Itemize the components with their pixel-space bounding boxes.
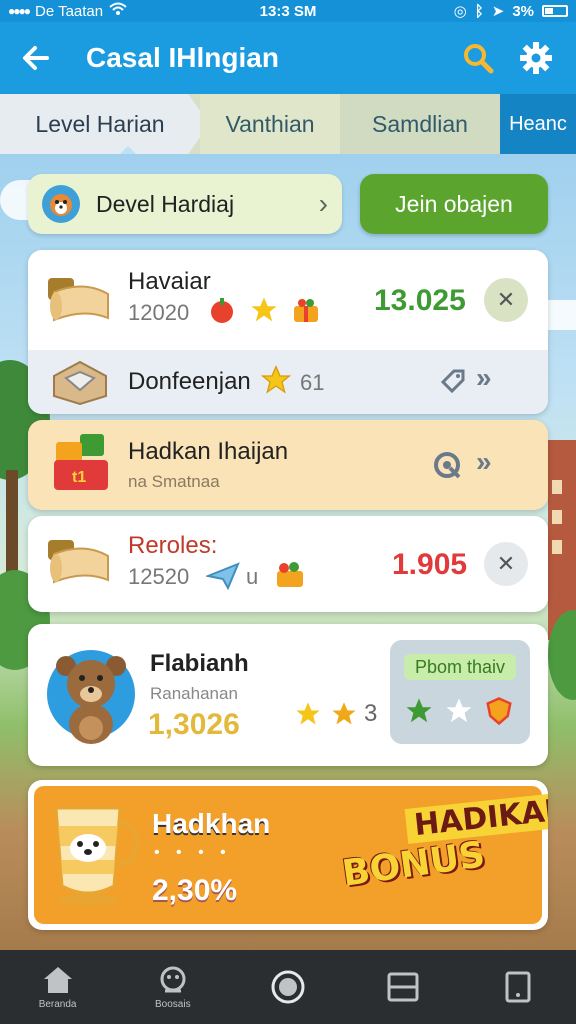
list-icon: [387, 972, 419, 1002]
promo-box[interactable]: Pbom thaiv: [390, 640, 530, 744]
card-sub: 12020: [128, 300, 190, 325]
search-icon: [464, 44, 494, 74]
blocks-icon: t1: [50, 432, 112, 499]
mug-icon: [44, 796, 140, 917]
back-button[interactable]: [0, 22, 72, 94]
double-chevron-right-icon[interactable]: »: [476, 446, 492, 478]
nav-tablet[interactable]: [461, 950, 576, 1024]
ranking-card-2[interactable]: t1 Hadkan Ihaijan na Smatnaa »: [28, 420, 548, 510]
settings-button[interactable]: [518, 40, 554, 76]
tag-icon: [440, 368, 466, 399]
card-value: 1,3026: [148, 708, 240, 741]
dismiss-button[interactable]: ✕: [484, 542, 528, 586]
bonus-banner: Hadkhan • • • • 2,30% HADIKAH BONUS: [34, 786, 548, 924]
search-button[interactable]: [460, 40, 496, 76]
box-icon: [50, 358, 110, 411]
tab-bar: Level Harian Vanthian Samdlian Heanc: [0, 94, 576, 154]
circle-icon: [271, 970, 305, 1004]
shield-icon: [484, 696, 514, 731]
dropdown-label: Devel Hardiaj: [96, 190, 235, 217]
nav-label: Beranda: [38, 998, 77, 1010]
tab-level-harian[interactable]: Level Harian: [0, 94, 200, 154]
nav-home[interactable]: Beranda: [0, 950, 115, 1024]
decorative-dots: • • • •: [154, 844, 232, 861]
card-name: Hadkhan: [152, 808, 271, 839]
star-icon: [248, 294, 280, 326]
nav-boosts[interactable]: Boosais: [115, 950, 230, 1024]
page-title: Casal IHlngian: [86, 42, 279, 73]
white-star-icon: [444, 696, 474, 731]
status-bar: ●●●● De Taatan 13:3 SM ◎ ᛒ ➤ 3%: [0, 0, 576, 22]
star-icon: [328, 698, 360, 730]
star-icon: [260, 364, 292, 401]
gear-icon: [520, 42, 552, 74]
promo-tag: Pbom thaiv: [404, 654, 516, 680]
arrow-left-icon: [23, 46, 49, 70]
bear-avatar: [44, 644, 138, 749]
card-score: 1.905: [392, 548, 468, 581]
bonus-badge-bottom: BONUS: [339, 834, 488, 895]
nav-center[interactable]: [230, 950, 345, 1024]
card-value: 2,30%: [152, 874, 238, 907]
fruit-icon: [206, 294, 238, 326]
level-dropdown[interactable]: Devel Hardiaj ›: [28, 174, 342, 234]
card-sub: Ranahanan: [150, 684, 238, 703]
card-name: Flabianh: [150, 650, 249, 677]
tablet-icon: [505, 971, 531, 1003]
card-name: Reroles:: [128, 532, 218, 559]
ranking-card-3[interactable]: Reroles: 12520 u 1.905 ✕: [28, 516, 548, 612]
tab-samdlian[interactable]: Samdlian: [340, 94, 500, 154]
scroll-icon: [44, 272, 116, 337]
gift-icon: [160, 966, 186, 992]
card-sub: 12520: [128, 564, 190, 589]
gift-icon: [290, 294, 322, 326]
tab-heanc[interactable]: Heanc: [500, 94, 576, 154]
target-icon: [432, 450, 462, 485]
avatar-icon: [42, 185, 80, 223]
bonus-card[interactable]: Hadkhan • • • • 2,30% HADIKAH BONUS: [28, 780, 548, 930]
dismiss-button[interactable]: ✕: [484, 278, 528, 322]
home-icon: [43, 966, 72, 993]
tab-vanthian[interactable]: Vanthian: [200, 94, 340, 154]
star-count: 3: [364, 700, 378, 727]
battery-icon: [542, 5, 568, 17]
bottom-navigation: Beranda Boosais: [0, 950, 576, 1024]
nav-list[interactable]: [346, 950, 461, 1024]
svg-text:t1: t1: [72, 469, 86, 486]
scroll-icon: [44, 536, 116, 601]
ranking-card-1[interactable]: Havaiar 12020 13.025 ✕ Donfeenjan 61 »: [28, 250, 548, 414]
card-mid: u: [246, 564, 259, 589]
star-icon: [292, 698, 324, 730]
ranking-card-4[interactable]: Flabianh Ranahanan 1,3026 3 Pbom thaiv: [28, 624, 548, 766]
card-name: Hadkan Ihaijan: [128, 438, 289, 465]
nav-label: Boosais: [155, 998, 191, 1010]
subrow-count: 61: [300, 370, 325, 395]
app-bar: Casal IHlngian: [0, 22, 576, 94]
double-chevron-right-icon[interactable]: »: [476, 362, 492, 394]
green-star-icon: [404, 696, 434, 731]
card-sub: na Smatnaa: [128, 472, 220, 491]
plane-icon: [204, 560, 240, 595]
join-button[interactable]: Jein obajen: [360, 174, 548, 234]
subrow-label: Donfeenjan: [128, 368, 251, 395]
status-time: 13:3 SM: [259, 2, 317, 20]
card-score: 13.025: [374, 284, 466, 317]
chevron-right-icon: ›: [318, 188, 328, 219]
card-name: Havaiar: [128, 268, 211, 295]
basket-icon: [274, 558, 306, 595]
card-subrow[interactable]: Donfeenjan 61 »: [28, 350, 548, 414]
